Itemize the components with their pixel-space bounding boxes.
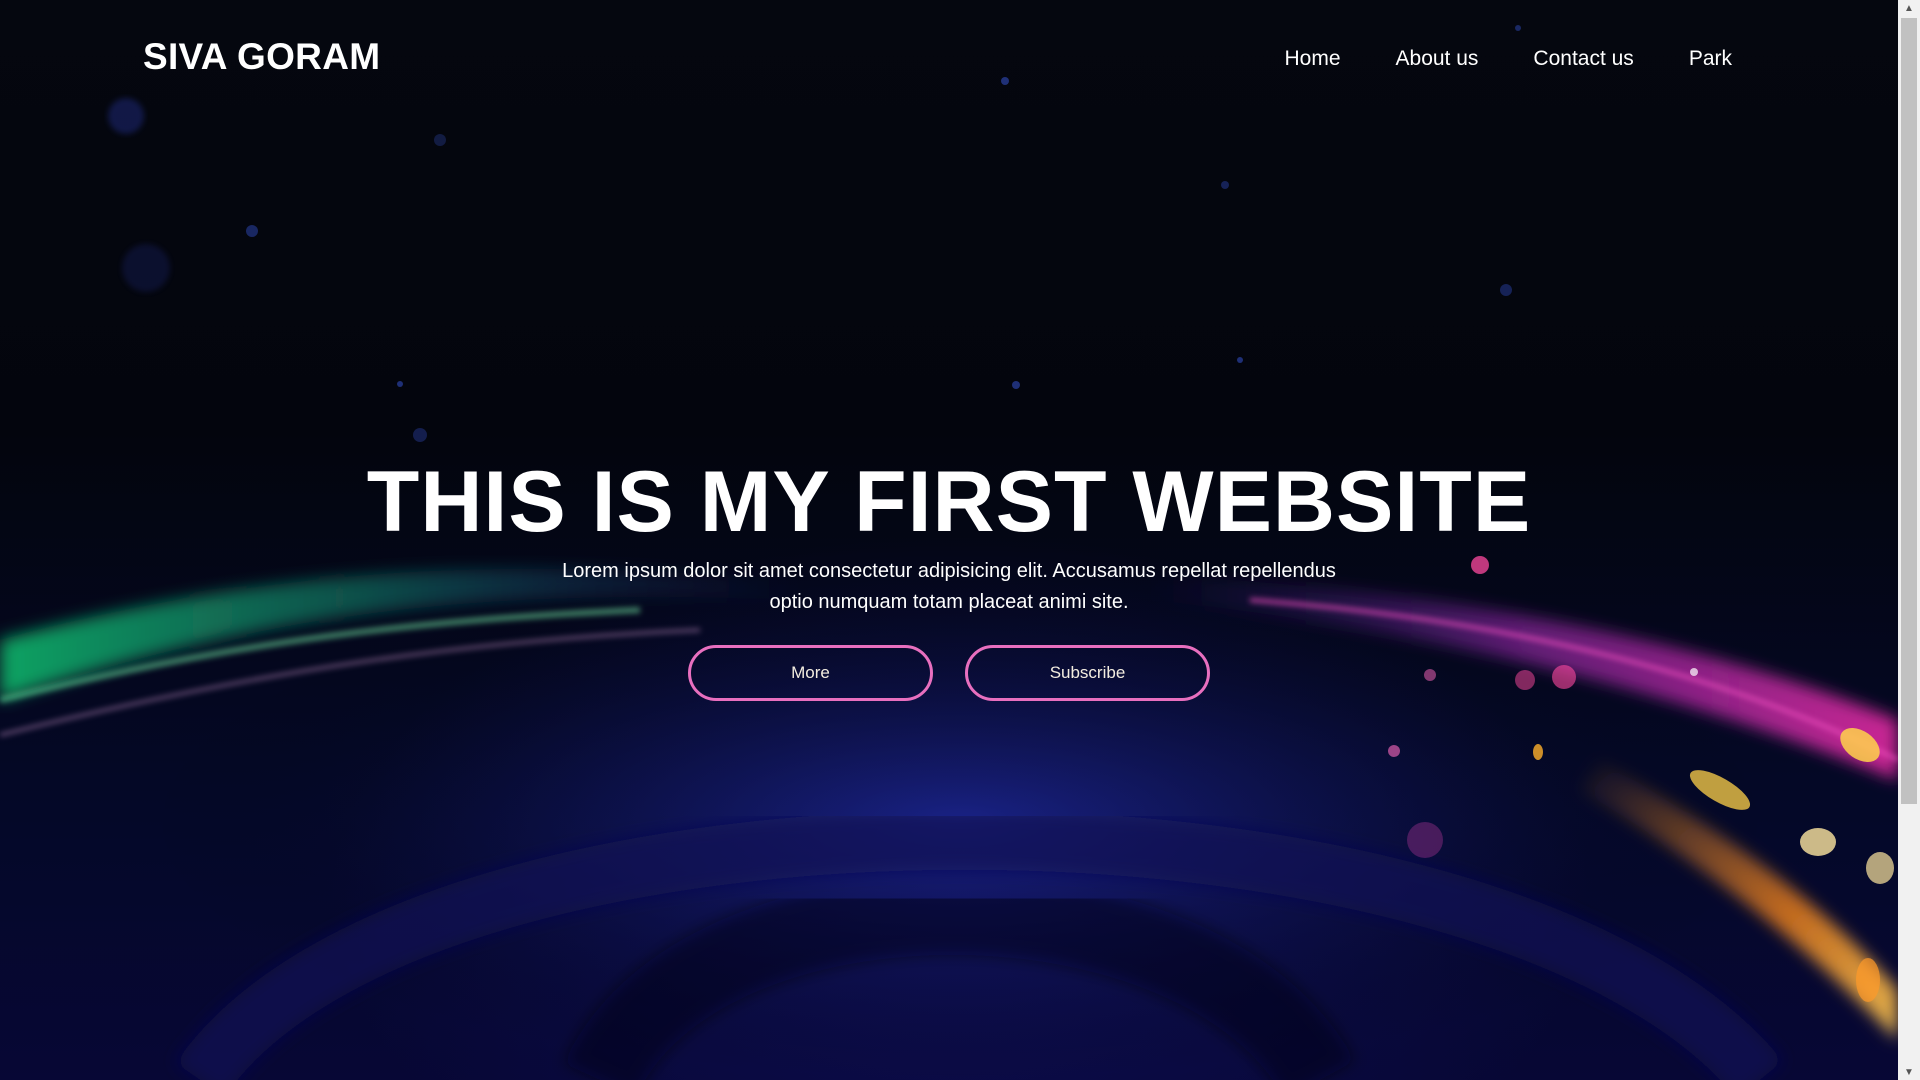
subscribe-button[interactable]: Subscribe: [965, 645, 1210, 701]
hero-buttons: More Subscribe: [0, 645, 1898, 701]
hero-title: THIS IS MY FIRST WEBSITE: [366, 454, 1532, 550]
page: SIVA GORAM Home About us Contact us Park…: [0, 0, 1920, 1080]
nav-item-about-us[interactable]: About us: [1396, 47, 1479, 71]
arrow-down-icon[interactable]: ▼: [1898, 1064, 1920, 1080]
arrow-up-icon[interactable]: ▲: [1898, 0, 1920, 16]
site-logo[interactable]: SIVA GORAM: [143, 36, 380, 78]
nav-item-home[interactable]: Home: [1284, 47, 1340, 71]
hero-section: THIS IS MY FIRST WEBSITE Lorem ipsum dol…: [0, 452, 1898, 701]
scrollbar-thumb[interactable]: [1901, 18, 1917, 804]
nav-item-park[interactable]: Park: [1689, 47, 1732, 71]
hero-description: Lorem ipsum dolor sit amet consectetur a…: [562, 560, 1336, 613]
more-button[interactable]: More: [688, 645, 933, 701]
vertical-scrollbar[interactable]: ▲ ▼: [1898, 0, 1920, 1080]
nav-item-contact-us[interactable]: Contact us: [1533, 47, 1633, 71]
main-nav: Home About us Contact us Park: [1284, 47, 1732, 71]
